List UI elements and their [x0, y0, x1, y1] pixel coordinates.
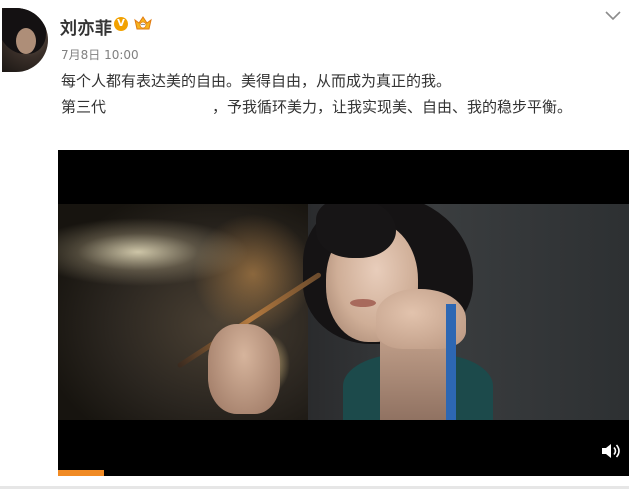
crown-vip-icon — [134, 16, 152, 30]
verified-icon: V — [114, 17, 128, 31]
username[interactable]: 刘亦菲 — [60, 14, 113, 39]
video-frame — [58, 204, 629, 420]
post-text-line-2-end: ，予我循环美力，让我实现美、自由、我的稳步平衡。 — [212, 98, 573, 116]
video-player[interactable] — [58, 150, 629, 476]
post-text-line-2: 第三代 ，予我循环美力，让我实现美、自由、我的稳步平衡。 — [61, 96, 572, 117]
video-progress-fill — [58, 470, 104, 476]
avatar-face — [16, 28, 36, 54]
frame-bangs — [316, 204, 396, 258]
avatar[interactable] — [2, 8, 48, 72]
post-timestamp[interactable]: 7月8日 10:00 — [61, 46, 139, 63]
volume-icon[interactable] — [601, 442, 623, 460]
post-text-line-2-start: 第三代 — [61, 98, 107, 116]
frame-lips — [350, 299, 376, 307]
chevron-down-icon[interactable] — [604, 10, 622, 22]
video-progress-bar[interactable] — [58, 470, 629, 476]
frame-blue-strip — [446, 304, 456, 420]
frame-left-hand — [208, 324, 280, 414]
post-text-line-1: 每个人都有表达美的自由。美得自由，从而成为真正的我。 — [61, 72, 452, 90]
